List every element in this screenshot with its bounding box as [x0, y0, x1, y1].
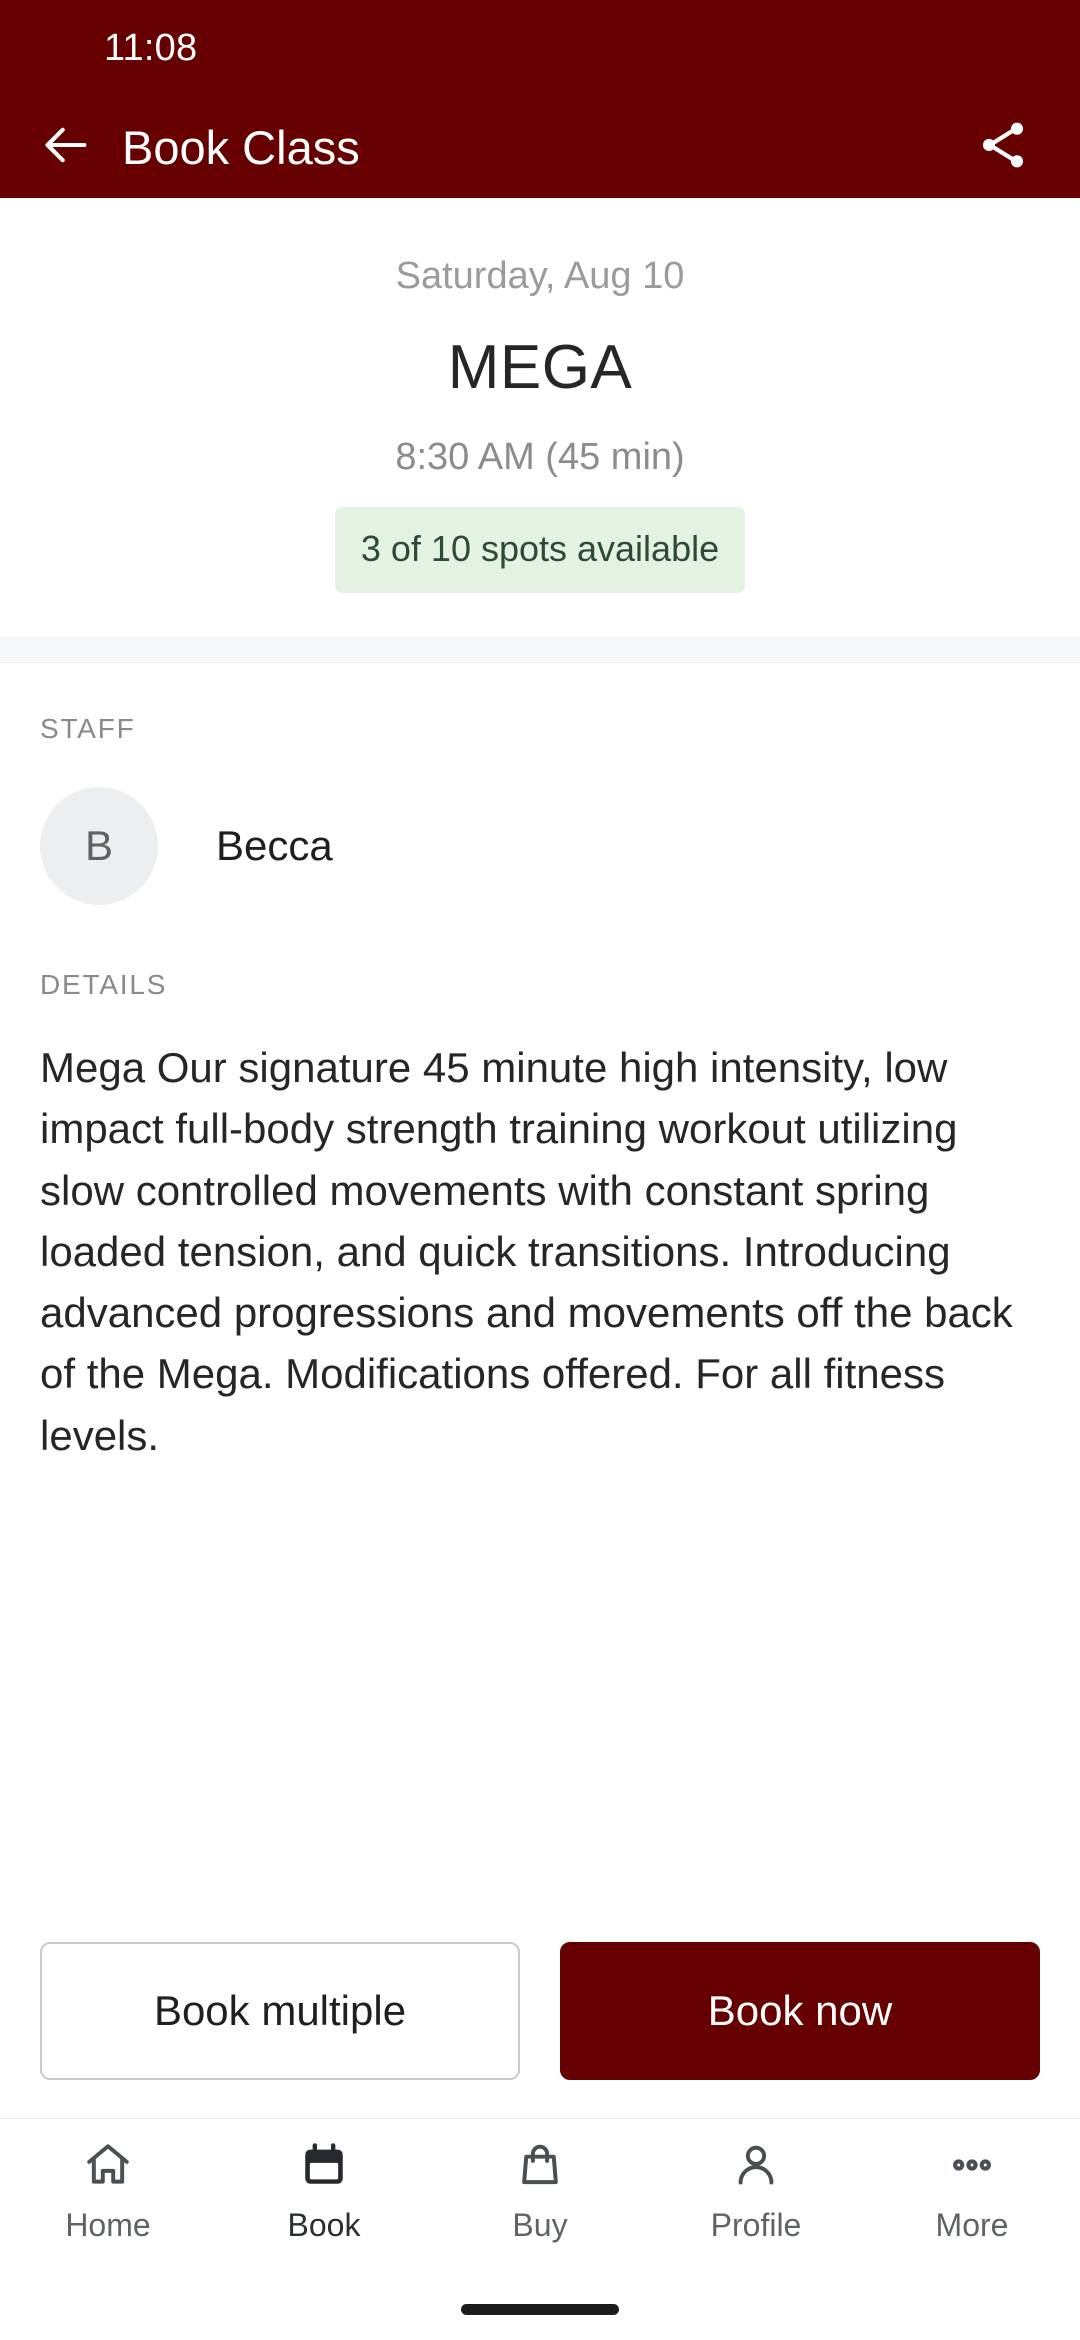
nav-item-home[interactable]: Home: [0, 2137, 216, 2241]
nav-label-book: Book: [287, 2207, 361, 2243]
section-divider: [0, 636, 1080, 663]
app-bar: Book Class: [0, 96, 1080, 198]
nav-item-buy[interactable]: Buy: [432, 2137, 648, 2241]
class-date: Saturday, Aug 10: [395, 255, 685, 297]
nav-label-more: More: [935, 2207, 1009, 2243]
avatar: B: [40, 786, 158, 905]
nav-item-more[interactable]: More: [864, 2137, 1080, 2241]
class-time: 8:30 AM (45 min): [395, 436, 685, 479]
home-icon: [83, 2137, 133, 2193]
ellipsis-icon: [947, 2137, 997, 2193]
app-header: 11:08 Book Class: [0, 0, 1080, 198]
home-indicator[interactable]: [461, 2303, 619, 2315]
nav-label-home: Home: [65, 2207, 151, 2243]
book-class-screen: 11:08 Book Class Saturday, Aug 10 MEGA 8…: [0, 0, 1080, 2340]
status-bar: 11:08: [0, 0, 1080, 96]
nav-label-buy: Buy: [512, 2207, 568, 2243]
staff-name: Becca: [216, 821, 333, 869]
share-icon: [975, 117, 1031, 178]
class-name: MEGA: [447, 332, 633, 402]
class-description: Mega Our signature 45 minute high intens…: [40, 1043, 1013, 1459]
bottom-navigation: Home Book Buy Profile More: [0, 2118, 1080, 2278]
page-title: Book Class: [122, 120, 360, 174]
book-now-button[interactable]: Book now: [560, 1942, 1040, 2080]
share-button[interactable]: [968, 112, 1038, 182]
nav-item-book[interactable]: Book: [216, 2137, 432, 2241]
person-icon: [731, 2137, 781, 2193]
staff-section-label: STAFF: [40, 712, 136, 744]
action-bar: Book multiple Book now: [0, 1942, 1080, 2080]
staff-list-item[interactable]: B Becca: [40, 786, 1040, 905]
details-section-label: DETAILS: [40, 968, 168, 1000]
back-button[interactable]: [36, 116, 98, 178]
arrow-left-icon: [41, 119, 93, 176]
class-details-content: STAFF B Becca DETAILS Mega Our signature…: [0, 662, 1080, 1942]
avatar-initial: B: [84, 821, 113, 869]
status-bar-clock: 11:08: [104, 27, 198, 69]
nav-label-profile: Profile: [710, 2207, 802, 2243]
nav-item-profile[interactable]: Profile: [648, 2137, 864, 2241]
spots-availability-badge: 3 of 10 spots available: [334, 506, 746, 593]
book-multiple-button[interactable]: Book multiple: [40, 1942, 520, 2080]
home-indicator-area: [0, 2278, 1080, 2340]
class-summary: Saturday, Aug 10 MEGA 8:30 AM (45 min) 3…: [0, 198, 1080, 637]
calendar-icon: [299, 2137, 349, 2193]
shopping-bag-icon: [515, 2137, 565, 2193]
